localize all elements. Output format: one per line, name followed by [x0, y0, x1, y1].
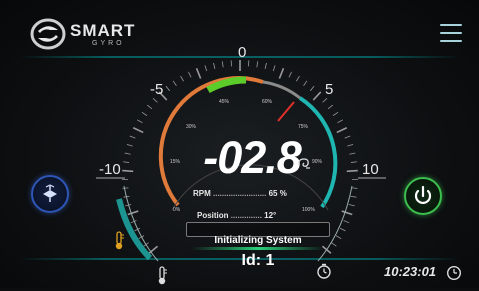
status-text: Initializing System	[186, 235, 330, 246]
gauge-tick	[351, 162, 357, 163]
power-icon	[406, 179, 440, 213]
clock-time: 10:23:01	[384, 264, 436, 279]
gauge-tick	[128, 211, 138, 214]
gauge-tick	[351, 196, 357, 197]
thermometer-secondary-icon	[156, 266, 168, 291]
gauge-tick	[123, 162, 129, 163]
power-button[interactable]	[404, 177, 442, 215]
app-screen: SMART GYRO -10 -5 0 5 10 0% 15% 30%	[0, 0, 479, 288]
gauge-tick	[347, 171, 358, 172]
gauge-tick	[337, 120, 342, 123]
gauge-tick	[137, 120, 142, 123]
gauge-tick	[273, 65, 275, 71]
gauge-tick	[166, 86, 170, 91]
gauge-tick	[279, 68, 283, 78]
gauge-tick	[142, 112, 147, 115]
gyro-icon	[33, 177, 67, 211]
scale-label-10: 10	[362, 161, 379, 178]
gauge-tick	[197, 68, 201, 78]
gauge-tick	[349, 153, 355, 154]
gauge-tick	[122, 171, 133, 172]
thermometer-icon	[113, 231, 125, 256]
scale-label-minus10: -10	[99, 161, 121, 178]
rpm-label: RPM	[193, 189, 211, 198]
position-readout: Position .............. 12°	[197, 211, 276, 220]
rpm-dots: ........................	[213, 189, 266, 198]
gauge-tick	[337, 128, 347, 133]
position-value: 12°	[264, 211, 276, 220]
gauge-tick	[310, 86, 314, 91]
gauge-tick	[181, 76, 184, 81]
gauge-tick	[333, 112, 338, 115]
position-label: Position	[197, 211, 229, 220]
gauge-tick	[222, 61, 223, 67]
scale-label-5: 5	[325, 81, 333, 98]
status-glow-line	[192, 247, 324, 250]
gauge-tick	[265, 63, 266, 69]
gauge-tick	[188, 72, 191, 77]
pct-label-15: 15%	[170, 159, 181, 165]
pct-label-60: 60%	[262, 99, 273, 105]
gauge-tick	[127, 144, 133, 146]
gauge-tick	[257, 61, 258, 67]
pct-label-45: 45%	[219, 99, 230, 105]
gauge-tick	[340, 228, 345, 231]
gauge-tick	[328, 105, 333, 109]
gauge-tick	[342, 211, 352, 214]
pct-label-30: 30%	[186, 124, 197, 130]
scale-label-minus5: -5	[150, 81, 163, 98]
gauge-tick	[153, 98, 157, 102]
gyro-button[interactable]	[31, 175, 69, 213]
gauge-tick	[149, 246, 157, 253]
gauge-tick	[313, 92, 321, 100]
gauge-tick	[323, 98, 327, 102]
gauge-tick	[214, 63, 215, 69]
gauge-tick	[347, 144, 353, 146]
gauge-tick	[147, 105, 152, 109]
gauge-tick	[336, 236, 341, 239]
gauge-tick	[125, 153, 131, 154]
gauge-tick	[205, 65, 207, 71]
gauge-tick	[352, 188, 358, 189]
device-id: Id: 1	[186, 252, 330, 270]
pct-label-100: 100%	[302, 207, 315, 213]
gauge-tick	[289, 72, 292, 77]
gauge-tick	[122, 188, 128, 189]
gauge-tick	[304, 81, 307, 86]
gauge-tick	[349, 204, 355, 205]
pct-label-0: 0%	[173, 207, 181, 213]
swirl-icon	[296, 156, 312, 173]
dial-arc-grey	[263, 82, 300, 98]
scale-label-0: 0	[238, 44, 246, 61]
rpm-value: 65 %	[269, 189, 287, 198]
rpm-readout: RPM ........................ 65 %	[193, 189, 287, 198]
position-dots: ..............	[231, 211, 262, 220]
needle-marker	[278, 102, 294, 121]
clock-icon	[446, 265, 462, 286]
pct-label-75: 75%	[298, 124, 309, 130]
gauge-tick	[130, 136, 136, 138]
gauge-value: -02.8	[192, 132, 312, 184]
gauge-tick	[133, 128, 143, 133]
gauge-tick	[345, 136, 351, 138]
gauge-tick	[173, 81, 176, 86]
timer-icon	[316, 263, 332, 284]
gauge-tick	[296, 76, 299, 81]
gauge-tick	[331, 243, 336, 246]
gauge-tick	[344, 221, 350, 223]
pct-label-90: 90%	[312, 159, 323, 165]
